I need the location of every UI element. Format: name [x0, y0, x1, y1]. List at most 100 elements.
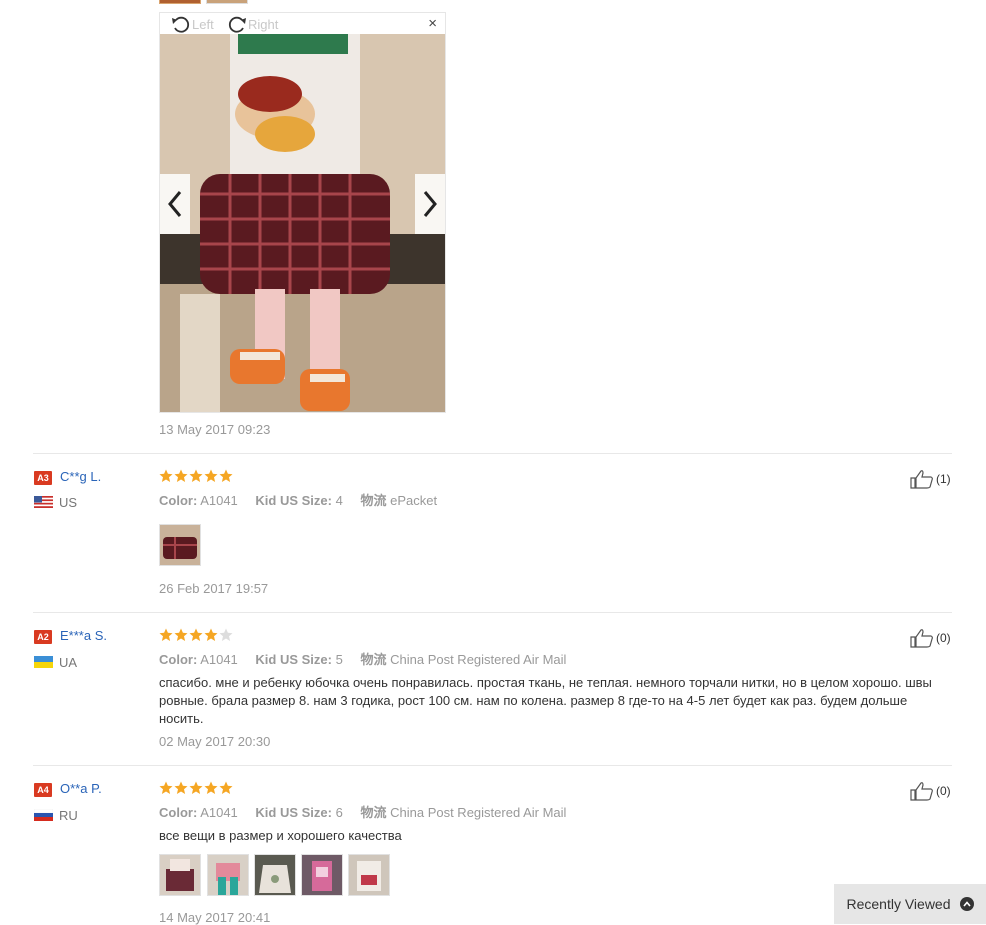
buyer-level-badge: A4 [34, 783, 52, 797]
shipping-label: 物流 [360, 805, 387, 820]
next-photo-button[interactable] [415, 174, 445, 234]
thumbs-up-icon [910, 629, 933, 648]
reviewer-name[interactable]: O**a P. [60, 781, 102, 796]
review-photo-thumb-image [160, 855, 200, 895]
thumbs-up-icon [910, 470, 933, 489]
review-divider [33, 765, 952, 766]
star-filled-icon [219, 469, 233, 482]
reviewer-name[interactable]: C**g L. [60, 469, 101, 484]
size-value: 6 [335, 805, 343, 820]
review-photo-large [160, 34, 445, 412]
star-filled-icon [189, 469, 203, 482]
review-date: 14 May 2017 20:41 [159, 910, 271, 925]
rotate-left-button[interactable]: Left [170, 14, 214, 34]
star-filled-icon [174, 628, 188, 641]
helpful-count: (0) [936, 631, 951, 645]
close-viewer-button[interactable]: × [428, 16, 437, 32]
review-photo-thumb[interactable] [254, 854, 296, 896]
star-filled-icon [174, 781, 188, 794]
shipping-value: ePacket [390, 493, 438, 508]
star-rating [159, 781, 233, 795]
helpful-count: (0) [936, 784, 951, 798]
rotate-left-icon [172, 16, 190, 33]
size-label: Kid US Size: [255, 493, 332, 508]
helpful-button[interactable]: (1) [910, 469, 951, 489]
buyer-level-badge: A2 [34, 630, 52, 644]
recently-viewed-button[interactable]: Recently Viewed [834, 884, 986, 924]
star-filled-icon [204, 628, 218, 641]
review-photo-thumb-image [160, 525, 200, 565]
reviewer-country: US [59, 495, 78, 510]
shipping-label: 物流 [360, 652, 387, 667]
photo-viewer-toolbar: Left Right × [160, 13, 445, 34]
shipping-value: China Post Registered Air Mail [390, 652, 567, 667]
star-filled-icon [204, 781, 218, 794]
size-value: 4 [335, 493, 343, 508]
color-label: Color: [159, 652, 198, 667]
star-filled-icon [189, 628, 203, 641]
color-value: A1041 [200, 652, 238, 667]
helpful-button[interactable]: (0) [910, 628, 951, 648]
review-photo-thumb[interactable] [301, 854, 343, 896]
color-value: A1041 [200, 805, 238, 820]
review-photo-thumb[interactable] [159, 854, 201, 896]
review-photo-thumb-image [302, 855, 342, 895]
review-photo-thumb[interactable] [348, 854, 390, 896]
review-photo-thumb[interactable] [207, 854, 249, 896]
star-rating [159, 628, 233, 642]
shipping-value: China Post Registered Air Mail [390, 805, 567, 820]
star-filled-icon [159, 781, 173, 794]
color-label: Color: [159, 493, 198, 508]
star-filled-icon [159, 469, 173, 482]
size-value: 5 [335, 652, 343, 667]
review-photo-thumb[interactable] [159, 524, 201, 566]
color-value: A1041 [200, 493, 238, 508]
reviewer-country: UA [59, 655, 78, 670]
order-attributes: Color: A1041 Kid US Size: 4 物流 ePacket [159, 490, 437, 509]
star-filled-icon [219, 781, 233, 794]
review-photo-thumb-image [255, 855, 295, 895]
star-rating [159, 469, 233, 483]
photo-viewer: Left Right × [159, 12, 446, 413]
thumbs-up-icon [910, 782, 933, 801]
star-empty-icon [219, 628, 233, 641]
shipping-label: 物流 [360, 493, 387, 508]
review-text: все вещи в размер и хорошего качества [159, 828, 402, 843]
rotate-right-button[interactable]: Right [226, 14, 278, 34]
ru-flag-icon [34, 809, 53, 821]
star-filled-icon [174, 469, 188, 482]
review-date: 13 May 2017 09:23 [159, 422, 271, 437]
chevron-up-icon [959, 897, 974, 911]
review-date: 02 May 2017 20:30 [159, 734, 271, 749]
reviewer-country: RU [59, 808, 78, 823]
recently-viewed-label: Recently Viewed [846, 896, 951, 912]
order-attributes: Color: A1041 Kid US Size: 5 物流 China Pos… [159, 649, 566, 668]
order-attributes: Color: A1041 Kid US Size: 6 物流 China Pos… [159, 802, 566, 821]
ua-flag-icon [34, 656, 53, 668]
chevron-left-icon [168, 191, 182, 217]
review-photo-thumb-image [208, 855, 248, 895]
previous-photo-button[interactable] [160, 174, 190, 234]
star-filled-icon [189, 781, 203, 794]
star-filled-icon [159, 628, 173, 641]
review-photo-image [160, 34, 445, 412]
size-label: Kid US Size: [255, 652, 332, 667]
buyer-level-badge: A3 [34, 471, 52, 485]
star-filled-icon [204, 469, 218, 482]
rotate-right-label: Right [248, 16, 279, 32]
rotate-left-label: Left [192, 16, 214, 32]
size-label: Kid US Size: [255, 805, 332, 820]
review-photo-thumb[interactable] [206, 0, 248, 4]
review-divider [33, 453, 952, 454]
rotate-right-icon [228, 16, 246, 33]
chevron-right-icon [423, 191, 437, 217]
reviewer-name[interactable]: E***a S. [60, 628, 107, 643]
color-label: Color: [159, 805, 198, 820]
review-divider [33, 612, 952, 613]
review-photo-thumb-image [349, 855, 389, 895]
us-flag-icon [34, 496, 53, 508]
review-text: спасибо. мне и ребенку юбочка очень понр… [159, 675, 932, 726]
review-date: 26 Feb 2017 19:57 [159, 581, 269, 596]
review-photo-thumb-active[interactable] [159, 0, 201, 4]
helpful-button[interactable]: (0) [910, 781, 951, 801]
